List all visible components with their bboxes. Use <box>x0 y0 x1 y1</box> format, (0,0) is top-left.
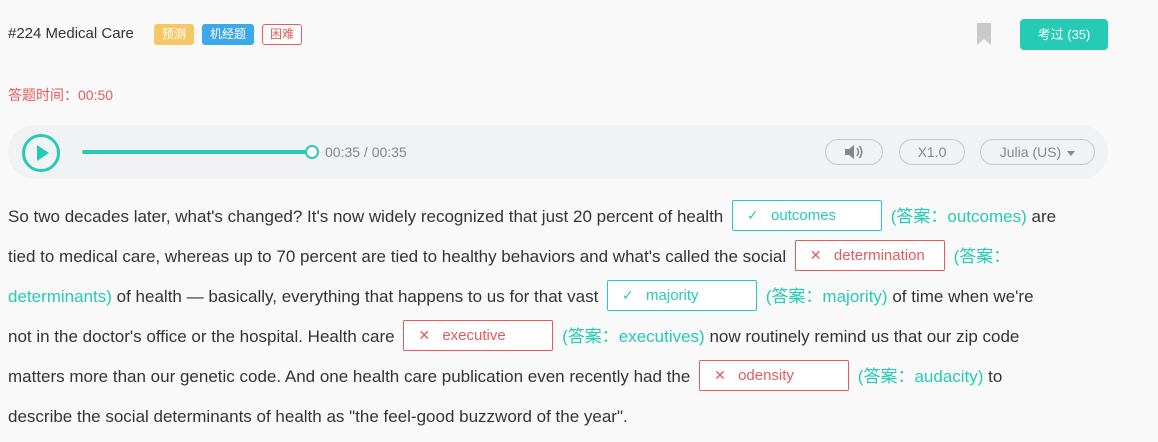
difficulty-tag: 困难 <box>262 24 302 45</box>
passage-line: tied to medical care, whereas up to 70 p… <box>8 240 1011 272</box>
passage-line: So two decades later, what's changed? It… <box>8 200 1057 232</box>
passage-text: matters more than our genetic code. And … <box>8 367 691 386</box>
bookmark-icon[interactable] <box>976 22 992 46</box>
play-icon[interactable] <box>22 134 60 172</box>
passage-text: are <box>1026 207 1057 226</box>
answer-blank-wrong[interactable]: ✕ determination <box>794 240 945 272</box>
passage-line: determinants) of health — basically, eve… <box>8 280 1034 312</box>
blank-value: majority <box>646 287 699 305</box>
correct-answer: (答案：executives) <box>562 327 705 346</box>
passage-line: not in the doctor's office or the hospit… <box>8 320 1020 352</box>
question-title: #224 Medical Care <box>8 25 134 42</box>
predict-tag: 预测 <box>154 24 194 45</box>
passage-text: of time when we're <box>887 287 1034 306</box>
voice-select[interactable]: Julia (US) <box>980 139 1095 165</box>
passage-text: describe the social determinants of heal… <box>8 407 628 426</box>
passage-text: So two decades later, what's changed? It… <box>8 207 724 226</box>
progress-knob[interactable] <box>305 145 319 159</box>
answer-blank-correct[interactable]: ✓ majority <box>607 280 758 312</box>
jijing-tag: 机经题 <box>202 24 254 45</box>
blank-value: determination <box>833 247 925 265</box>
correct-answer: (答案： <box>953 247 1011 266</box>
voice-label: Julia (US) <box>999 144 1062 160</box>
cross-icon: ✕ <box>809 247 822 264</box>
correct-answer: determinants) <box>8 287 112 306</box>
progress-track[interactable] <box>82 145 319 159</box>
cross-icon: ✕ <box>418 327 431 344</box>
answer-blank-wrong[interactable]: ✕ odensity <box>699 360 850 392</box>
check-icon: ✓ <box>747 207 759 224</box>
audio-player: 00:35 / 00:35 X1.0 Julia (US) <box>8 125 1108 179</box>
correct-answer: (答案：audacity) <box>857 367 984 386</box>
speed-button[interactable]: X1.0 <box>899 139 965 165</box>
volume-icon <box>845 145 863 159</box>
answer-blank-wrong[interactable]: ✕ executive <box>403 320 554 352</box>
passage-text: now routinely remind us that our zip cod… <box>704 327 1020 346</box>
correct-answer: (答案：outcomes) <box>890 207 1027 226</box>
passage-text: tied to medical care, whereas up to 70 p… <box>8 247 787 266</box>
correct-answer: (答案：majority) <box>765 287 888 306</box>
caret-down-icon <box>1067 150 1076 156</box>
passage-line: describe the social determinants of heal… <box>8 402 628 432</box>
question-header: #224 Medical Care 预测 机经题 困难 考过 (35) <box>0 0 1158 70</box>
playback-time: 00:35 / 00:35 <box>325 144 407 160</box>
cross-icon: ✕ <box>714 367 726 384</box>
blank-value: odensity <box>738 367 794 385</box>
volume-button[interactable] <box>825 139 883 165</box>
blank-value: executive <box>442 327 506 345</box>
passage-text: of health — basically, everything that h… <box>111 287 599 306</box>
exam-count-button[interactable]: 考过 (35) <box>1020 19 1108 50</box>
progress-fill <box>82 150 312 154</box>
passage-line: matters more than our genetic code. And … <box>8 360 1003 392</box>
blank-value: outcomes <box>771 207 837 225</box>
passage-text: not in the doctor's office or the hospit… <box>8 327 395 346</box>
answer-timer: 答题时间：00:50 <box>8 87 114 103</box>
answer-blank-correct[interactable]: ✓ outcomes <box>732 200 882 232</box>
check-icon: ✓ <box>622 287 634 304</box>
passage-text: to <box>983 367 1003 386</box>
